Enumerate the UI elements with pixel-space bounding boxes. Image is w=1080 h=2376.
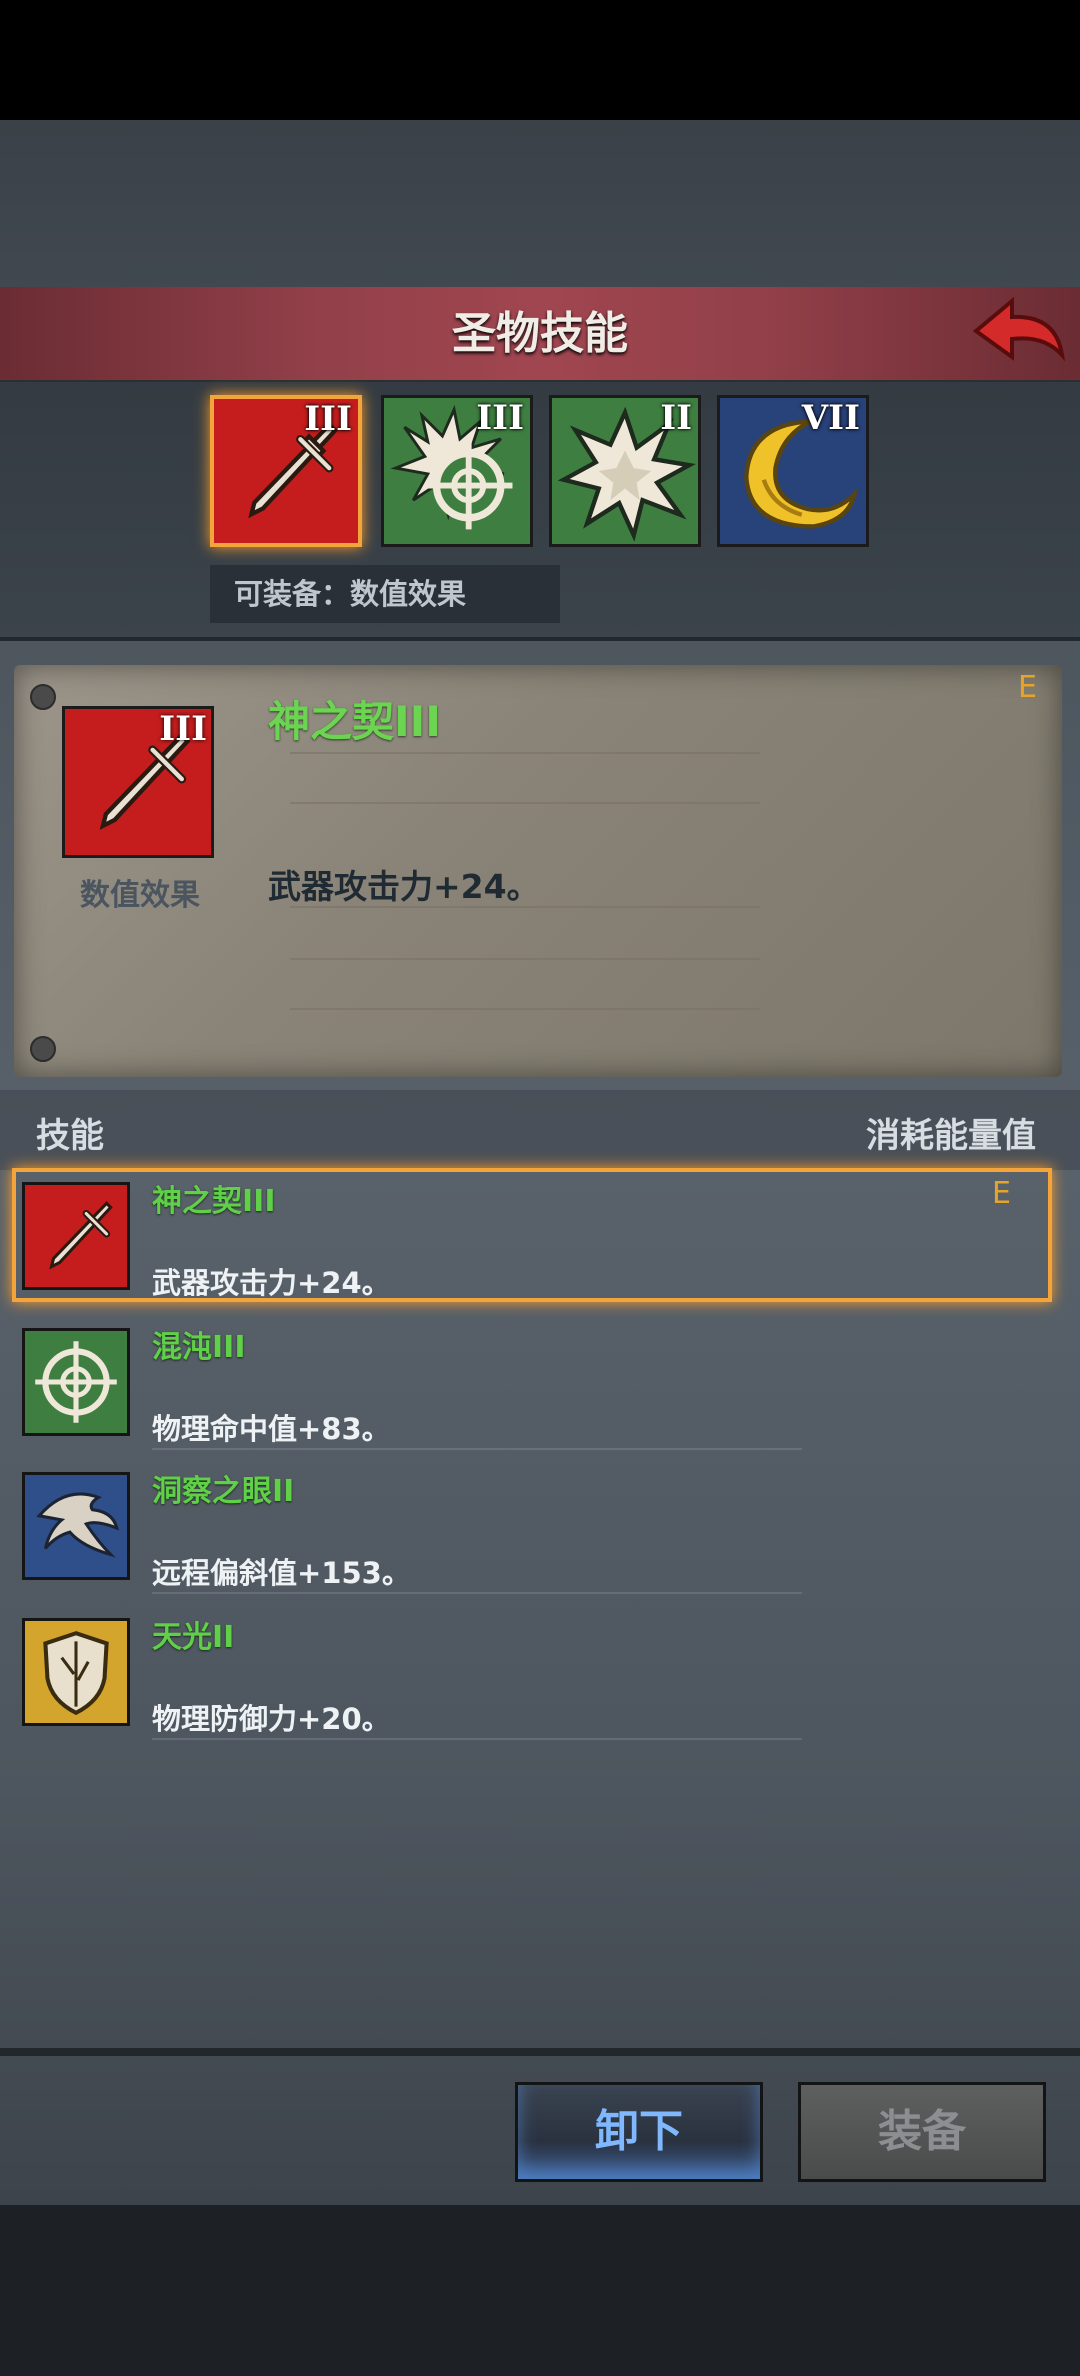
equipped-mark: E (992, 1176, 1011, 1211)
skill-name: 洞察之眼II (152, 1474, 295, 1509)
title-bar: 圣物技能 (0, 287, 1080, 384)
divider (152, 1592, 802, 1594)
bottom-bar (0, 2205, 1080, 2376)
equip-button[interactable]: 装备 (798, 2082, 1046, 2182)
detail-skill-name: 神之契III (268, 697, 441, 746)
skill-effect: 物理防御力+20。 (152, 1702, 391, 1736)
skill-name: 天光II (152, 1620, 235, 1655)
slot-crescent[interactable]: VII (717, 395, 869, 547)
detail-skill-icon: III (62, 706, 214, 858)
slot-level: VII (801, 398, 860, 438)
equipped-mark: E (1018, 670, 1037, 705)
skill-name: 混沌III (152, 1330, 246, 1365)
slot-level: III (304, 399, 352, 439)
skill-row[interactable]: 混沌III 物理命中值+83。 (0, 1314, 1080, 1454)
skill-effect: 远程偏斜值+153。 (152, 1556, 411, 1590)
rivet (30, 1036, 56, 1062)
slot-level: II (660, 398, 692, 438)
divider (290, 752, 760, 754)
skill-icon (22, 1618, 130, 1726)
skill-icon (22, 1328, 130, 1436)
divider (290, 958, 760, 960)
unequip-button[interactable]: 卸下 (515, 2082, 763, 2182)
detail-skill-effect: 武器攻击力+24。 (268, 867, 540, 906)
equip-hint: 可装备：数值效果 (210, 565, 560, 623)
skill-name: 神之契III (152, 1184, 276, 1219)
column-skill-label: 技能 (36, 1116, 104, 1156)
skill-icon (22, 1472, 130, 1580)
column-energy-label: 消耗能量值 (866, 1116, 1036, 1156)
sword-icon (49, 1201, 113, 1270)
slot-level: III (476, 398, 524, 438)
skill-effect: 武器攻击力+24。 (152, 1266, 391, 1300)
rivet (30, 684, 56, 710)
slot-crosshair-burst[interactable]: III (381, 395, 533, 547)
divider (290, 802, 760, 804)
crosshair-icon (35, 1341, 117, 1423)
divider (290, 1008, 760, 1010)
slot-burst[interactable]: II (549, 395, 701, 547)
footer-divider (0, 2048, 1080, 2056)
skill-effect: 物理命中值+83。 (152, 1412, 391, 1446)
skill-icon (22, 1182, 130, 1290)
page-title: 圣物技能 (452, 308, 628, 359)
hawk-icon (36, 1492, 120, 1558)
skill-row[interactable]: 天光II 物理防御力+20。 (0, 1604, 1080, 1744)
back-button[interactable] (968, 293, 1068, 373)
skill-row[interactable]: 神之契III 武器攻击力+24。 E (0, 1168, 1080, 1308)
shield-icon (43, 1631, 109, 1716)
divider (152, 1448, 802, 1450)
slot-sword[interactable]: III (210, 395, 362, 547)
skill-row[interactable]: 洞察之眼II 远程偏斜值+153。 (0, 1458, 1080, 1598)
divider (152, 1738, 802, 1740)
detail-type-label: 数值效果 (80, 878, 200, 913)
detail-level: III (159, 709, 207, 749)
back-arrow-icon (972, 296, 1065, 362)
